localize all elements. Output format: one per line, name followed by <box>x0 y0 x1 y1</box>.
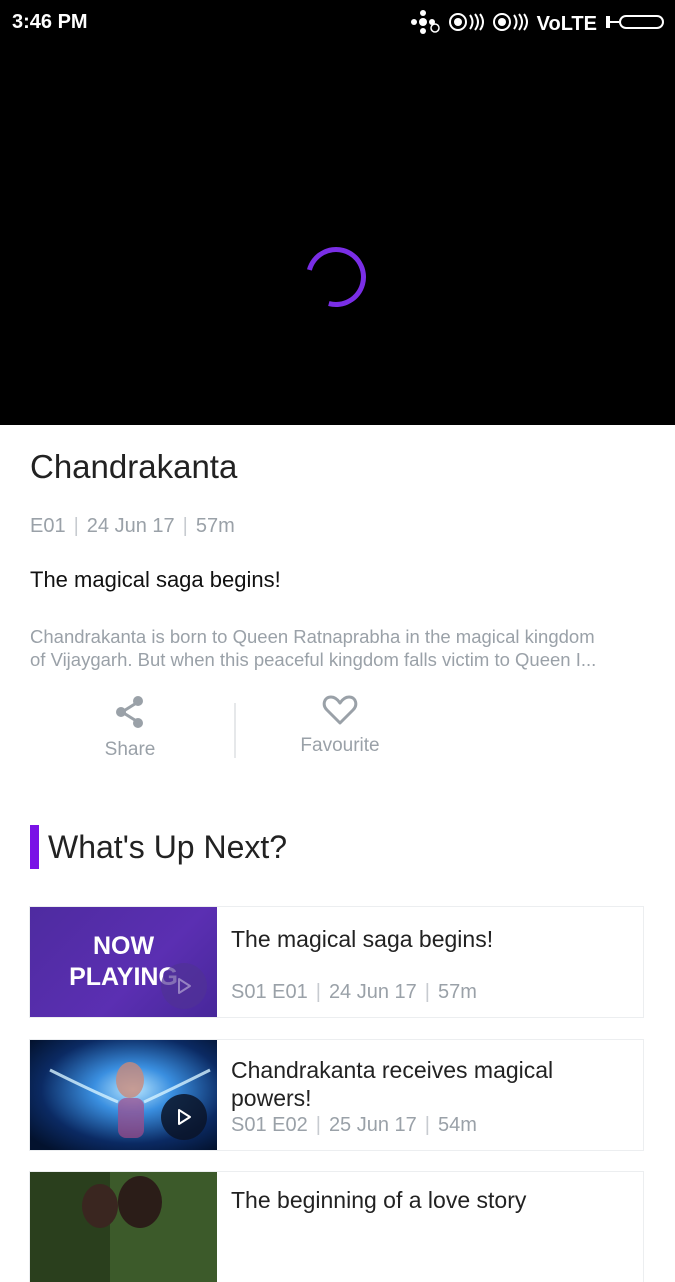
action-divider <box>234 703 236 758</box>
item-meta: S01 E02 | 25 Jun 17 | 54m <box>231 1114 631 1137</box>
episode-description[interactable]: Chandrakanta is born to Queen Ratnaprabh… <box>30 625 645 671</box>
share-icon <box>90 695 170 735</box>
favourite-button[interactable]: Favourite <box>280 695 400 757</box>
network-type: VoLTE <box>536 13 597 35</box>
up-next-item[interactable]: NOW PLAYING The magical saga begins! S01… <box>30 907 643 1017</box>
now-playing-overlay: NOW PLAYING <box>30 907 217 1017</box>
item-title: Chandrakanta receives magical powers! <box>231 1057 554 1111</box>
description-line-2: of Vijaygarh. But when this peaceful kin… <box>30 649 597 670</box>
signal-sim1-icon <box>448 12 485 37</box>
item-episode: S01 E02 <box>231 1114 308 1136</box>
episode-title: The magical saga begins! <box>30 567 281 592</box>
heart-icon <box>280 695 400 731</box>
episode-number: E01 <box>30 515 66 537</box>
signal-sim2-icon <box>492 12 529 37</box>
status-time: 3:46 PM <box>12 11 88 33</box>
item-details: The beginning of a love story <box>231 1186 631 1214</box>
item-details: The magical saga begins! S01 E01 | 24 Jun … <box>231 925 631 1004</box>
up-next-item[interactable]: Chandrakanta receives magical powers! S0… <box>30 1040 643 1150</box>
item-meta: S01 E01 | 24 Jun 17 | 57m <box>231 981 631 1004</box>
item-title: The beginning of a love story <box>231 1187 527 1213</box>
episode-date: 24 Jun 17 <box>86 515 175 537</box>
description-line-1: Chandrakanta is born to Queen Ratnaprabh… <box>30 626 595 647</box>
episode-duration: 57m <box>195 515 235 537</box>
item-duration: 54m <box>438 1114 477 1136</box>
separator: | <box>315 1114 321 1136</box>
video-player[interactable] <box>0 46 675 425</box>
separator: | <box>315 981 321 1003</box>
item-date: 24 Jun 17 <box>328 981 417 1003</box>
episode-thumbnail[interactable] <box>30 1040 217 1150</box>
separator: | <box>424 981 430 1003</box>
item-title: The magical saga begins! <box>231 926 494 952</box>
loading-spinner-icon <box>295 236 377 318</box>
episode-meta: E01 | 24 Jun 17 | 57m <box>30 515 235 538</box>
episode-thumbnail-image <box>30 1172 217 1282</box>
episode-thumbnail[interactable] <box>30 1172 217 1282</box>
share-label: Share <box>104 739 156 760</box>
item-episode: S01 E01 <box>231 981 308 1003</box>
play-icon[interactable] <box>161 1094 207 1140</box>
separator: | <box>182 515 188 537</box>
separator: | <box>73 515 79 537</box>
accent-bar <box>30 825 39 869</box>
play-icon[interactable] <box>161 963 207 1009</box>
item-date: 25 Jun 17 <box>328 1114 417 1136</box>
item-details: Chandrakanta receives magical powers! S0… <box>231 1056 631 1137</box>
section-title: What's Up Next? <box>48 829 288 865</box>
now-playing-line-1: NOW <box>92 932 155 960</box>
status-bar: 3:46 PM VoLTE <box>0 0 675 46</box>
favourite-label: Favourite <box>300 735 380 756</box>
separator: | <box>424 1114 430 1136</box>
bluetooth-icon <box>410 10 441 39</box>
status-icons: VoLTE <box>410 10 665 39</box>
item-duration: 57m <box>438 981 477 1003</box>
episode-thumbnail[interactable]: NOW PLAYING <box>30 907 217 1017</box>
action-bar: Share Favourite <box>30 695 430 765</box>
up-next-item[interactable]: The beginning of a love story <box>30 1172 643 1282</box>
battery-icon <box>605 14 665 35</box>
share-button[interactable]: Share <box>90 695 170 761</box>
show-title: Chandrakanta <box>30 448 238 485</box>
